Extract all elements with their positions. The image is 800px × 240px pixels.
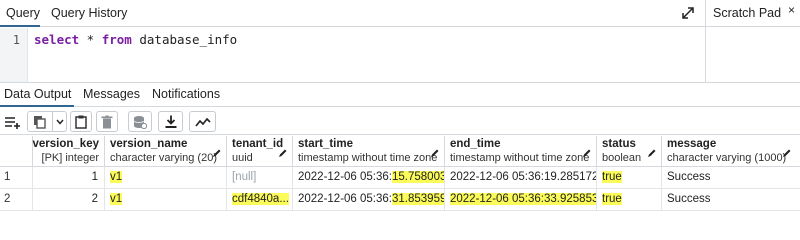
tab-notifications[interactable]: Notifications — [152, 83, 220, 107]
data-output-toolbar — [0, 108, 800, 135]
tab-data-output[interactable]: Data Output — [0, 83, 74, 107]
edit-pencil-icon — [648, 149, 656, 157]
tab-query[interactable]: Query — [0, 0, 40, 27]
column-name: tenant_id — [232, 138, 284, 150]
highlighted-value: v1 — [110, 193, 123, 205]
add-row-icon — [5, 116, 20, 129]
cell-tenant-id[interactable]: [null] — [227, 167, 293, 189]
column-header-status[interactable]: status boolean — [597, 136, 662, 167]
column-name: message — [667, 138, 717, 150]
start-time-prefix: 2022-12-06 05:36: — [298, 193, 392, 205]
highlighted-value: true — [602, 193, 622, 205]
column-type: timestamp without time zone — [298, 152, 438, 164]
copy-icon — [34, 115, 46, 129]
highlighted-value: cdf4840a... — [232, 193, 289, 205]
expand-icon[interactable] — [681, 6, 695, 20]
cell-version-name[interactable]: v1 — [105, 189, 227, 211]
scratch-pad-panel: Scratch Pad × — [706, 0, 800, 82]
column-type: character varying (20) — [110, 152, 217, 164]
add-row-button[interactable] — [2, 111, 24, 132]
download-button[interactable] — [158, 111, 183, 132]
edit-pencil-icon — [431, 149, 439, 157]
highlighted-value: true — [602, 171, 622, 183]
cell-tenant-id[interactable]: cdf4840a... — [227, 189, 293, 211]
edit-pencil-icon — [783, 149, 791, 157]
keyword-from: from — [101, 32, 132, 47]
column-header-start-time[interactable]: start_time timestamp without time zone — [293, 136, 445, 167]
tab-query-history[interactable]: Query History — [51, 0, 127, 27]
cell-message[interactable]: Success — [662, 167, 800, 189]
start-time-highlight: 15.758003 — [392, 171, 445, 183]
column-type: uuid — [232, 152, 253, 164]
column-type: character varying (1000) — [667, 152, 787, 164]
line-gutter: 1 — [0, 28, 28, 82]
cell-end-time[interactable]: 2022-12-06 05:36:33.925853 — [445, 189, 597, 211]
output-tabbar: Data Output Messages Notifications — [0, 83, 800, 107]
highlighted-value: 2022-12-06 05:36:33.925853 — [450, 193, 597, 205]
column-type: [PK] integer — [41, 152, 99, 164]
cell-start-time[interactable]: 2022-12-06 05:36:15.758003 — [293, 167, 445, 189]
column-name: end_time — [450, 138, 501, 150]
edit-pencil-icon — [213, 149, 221, 157]
column-name: status — [602, 138, 636, 150]
scratch-pad-header: Scratch Pad × — [706, 0, 800, 27]
save-data-icon — [133, 115, 147, 129]
paste-icon — [75, 115, 87, 129]
sql-code-line[interactable]: select * from database_info — [34, 32, 237, 47]
column-header-message[interactable]: message character varying (1000) — [662, 136, 800, 167]
editor-tabbar: Query Query History — [0, 0, 705, 27]
highlighted-value: v1 — [110, 171, 123, 183]
delete-button[interactable] — [96, 111, 118, 132]
row-number[interactable]: 1 — [0, 167, 33, 189]
chevron-down-icon — [55, 119, 64, 125]
column-header-version-name[interactable]: version_name character varying (20) — [105, 136, 227, 167]
sql-editor[interactable]: 1 select * from database_info — [0, 28, 706, 82]
keyword-select: select — [34, 32, 80, 47]
line-chart-icon — [194, 117, 211, 126]
column-name: start_time — [298, 138, 353, 150]
delete-icon — [101, 115, 113, 128]
code-star: * — [79, 32, 102, 47]
edit-pencil-icon — [279, 149, 287, 157]
start-time-highlight: 31.853959 — [392, 193, 445, 205]
column-header-version-key[interactable]: version_key [PK] integer — [33, 136, 105, 167]
cell-status[interactable]: true — [597, 189, 662, 211]
cell-version-key[interactable]: 1 — [33, 167, 105, 189]
graph-visualiser-button[interactable] — [189, 111, 216, 132]
copy-button[interactable] — [27, 111, 67, 132]
download-icon — [165, 115, 176, 128]
paste-button[interactable] — [70, 111, 92, 132]
column-type: boolean — [602, 152, 642, 164]
column-header-tenant-id[interactable]: tenant_id uuid — [227, 136, 293, 167]
close-icon[interactable]: × — [788, 3, 795, 17]
line-number: 1 — [12, 33, 20, 47]
column-header-end-time[interactable]: end_time timestamp without time zone — [445, 136, 597, 167]
save-data-button[interactable] — [128, 111, 152, 132]
tab-messages[interactable]: Messages — [83, 83, 140, 107]
edit-pencil-icon — [583, 149, 591, 157]
copy-options-dropdown[interactable] — [52, 112, 66, 131]
grid-corner[interactable] — [0, 136, 33, 167]
column-name: version_key — [32, 138, 100, 150]
cell-version-name[interactable]: v1 — [105, 167, 227, 189]
cell-version-key[interactable]: 2 — [33, 189, 105, 211]
cell-start-time[interactable]: 2022-12-06 05:36:31.853959 — [293, 189, 445, 211]
code-table: database_info — [131, 32, 238, 47]
query-pane: Query Query History 1 select * from data… — [0, 0, 706, 82]
cell-end-time[interactable]: 2022-12-06 05:36:19.285172 — [445, 167, 597, 189]
row-number[interactable]: 2 — [0, 189, 33, 211]
cell-message[interactable]: Success — [662, 189, 800, 211]
cell-status[interactable]: true — [597, 167, 662, 189]
column-name: version_name — [110, 138, 188, 150]
column-type: timestamp without time zone — [450, 152, 590, 164]
start-time-prefix: 2022-12-06 05:36: — [298, 171, 392, 183]
query-editor-panel: Query Query History 1 select * from data… — [0, 0, 800, 82]
data-grid: version_key [PK] integer version_name ch… — [0, 136, 800, 217]
scratch-pad-title: Scratch Pad — [713, 6, 782, 20]
